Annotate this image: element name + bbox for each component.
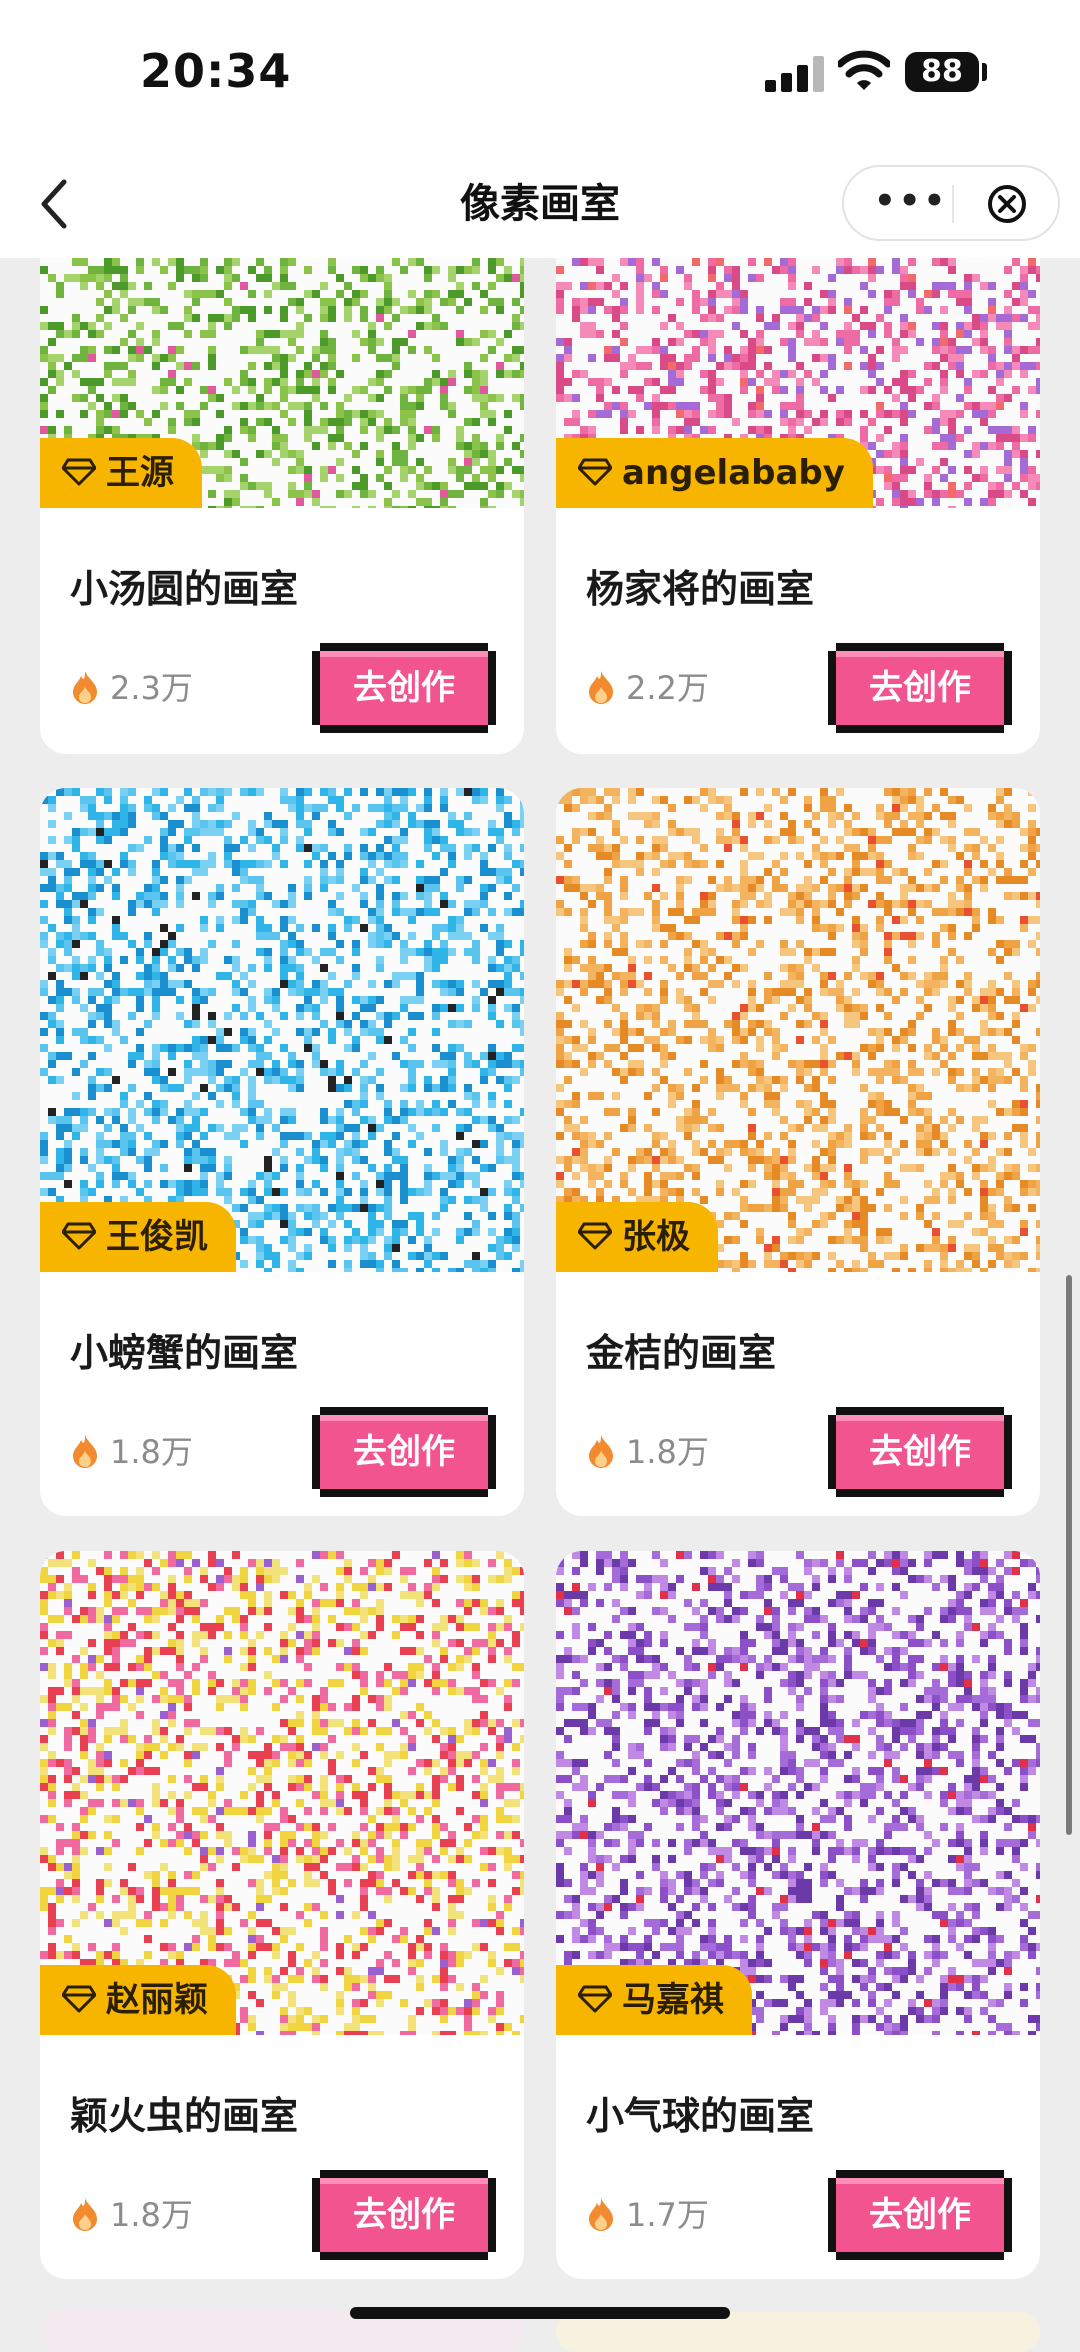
popularity-count: 1.7万 (626, 2196, 709, 2234)
artist-tag: angelababy (556, 438, 873, 508)
artist-tag: 赵丽颖 (40, 1965, 236, 2035)
create-button-label: 去创作 (312, 643, 496, 733)
create-button[interactable]: 去创作 (312, 1407, 496, 1497)
flame-icon (70, 669, 100, 705)
capsule-divider (952, 185, 954, 223)
popularity-count: 1.8万 (110, 1433, 193, 1471)
artist-tag: 张极 (556, 1202, 718, 1272)
studio-name: 金桔的画室 (586, 1322, 776, 1377)
flame-icon (586, 1433, 616, 1469)
artist-name: 马嘉祺 (622, 1980, 724, 2020)
create-button-label: 去创作 (828, 1407, 1012, 1497)
popularity: 1.8万 (70, 1427, 193, 1477)
studio-name: 小汤圆的画室 (70, 558, 298, 613)
create-button-label: 去创作 (828, 643, 1012, 733)
create-button-label: 去创作 (312, 2170, 496, 2260)
battery-icon: 88 (905, 52, 979, 92)
diamond-icon (62, 1222, 96, 1250)
create-button[interactable]: 去创作 (312, 2170, 496, 2260)
studio-card[interactable]: 王源小汤圆的画室 2.3万 去创作 (40, 258, 524, 754)
more-icon[interactable]: ••• (874, 189, 934, 219)
create-button[interactable]: 去创作 (828, 2170, 1012, 2260)
popularity: 1.8万 (586, 1427, 709, 1477)
battery-level: 88 (905, 52, 979, 92)
artist-name: 王俊凯 (106, 1217, 208, 1257)
flame-icon (586, 669, 616, 705)
popularity: 1.8万 (70, 2190, 193, 2240)
artist-tag: 王源 (40, 438, 202, 508)
artist-name: 王源 (106, 453, 174, 493)
scrollbar[interactable] (1066, 1275, 1072, 1835)
studio-card[interactable]: angelababy 杨家将的画室 2.2万 去创作 (556, 258, 1040, 754)
nav-bar: 像素画室 ••• (0, 150, 1080, 258)
diamond-icon (578, 1222, 612, 1250)
artist-tag: 王俊凯 (40, 1202, 236, 1272)
popularity-count: 1.8万 (110, 2196, 193, 2234)
artist-name: angelababy (622, 453, 845, 493)
diamond-icon (578, 458, 612, 486)
artist-tag: 马嘉祺 (556, 1965, 752, 2035)
studio-name: 颖火虫的画室 (70, 2085, 298, 2140)
pixel-artwork[interactable] (40, 1551, 524, 2035)
studio-name: 小螃蟹的画室 (70, 1322, 298, 1377)
flame-icon (586, 2196, 616, 2232)
wifi-icon (838, 50, 890, 92)
create-button-label: 去创作 (312, 1407, 496, 1497)
popularity: 1.7万 (586, 2190, 709, 2240)
artist-name: 赵丽颖 (106, 1980, 208, 2020)
status-bar: 20:34 88 (0, 0, 1080, 150)
studio-card[interactable]: 王俊凯小螃蟹的画室 1.8万 去创作 (40, 788, 524, 1516)
popularity: 2.2万 (586, 663, 709, 713)
create-button[interactable]: 去创作 (312, 643, 496, 733)
mini-program-capsule: ••• (842, 165, 1060, 241)
diamond-icon (578, 1985, 612, 2013)
diamond-icon (62, 458, 96, 486)
pixel-artwork[interactable] (556, 1551, 1040, 2035)
pixel-artwork[interactable] (40, 788, 524, 1272)
close-icon[interactable] (986, 183, 1028, 225)
create-button[interactable]: 去创作 (828, 1407, 1012, 1497)
signal-icon (765, 56, 823, 92)
flame-icon (70, 2196, 100, 2232)
studio-card[interactable]: 张极金桔的画室 1.8万 去创作 (556, 788, 1040, 1516)
create-button-label: 去创作 (828, 2170, 1012, 2260)
popularity: 2.3万 (70, 663, 193, 713)
home-indicator (350, 2307, 730, 2319)
popularity-count: 2.3万 (110, 669, 193, 707)
artist-name: 张极 (622, 1217, 690, 1257)
popularity-count: 1.8万 (626, 1433, 709, 1471)
popularity-count: 2.2万 (626, 669, 709, 707)
studio-card[interactable]: 马嘉祺小气球的画室 1.7万 去创作 (556, 1551, 1040, 2279)
diamond-icon (62, 1985, 96, 2013)
studio-name: 杨家将的画室 (586, 558, 814, 613)
flame-icon (70, 1433, 100, 1469)
pixel-artwork[interactable] (556, 788, 1040, 1272)
studio-card[interactable]: 赵丽颖颖火虫的画室 1.8万 去创作 (40, 1551, 524, 2279)
battery-tip (982, 63, 987, 81)
status-time: 20:34 (140, 44, 291, 98)
studio-name: 小气球的画室 (586, 2085, 814, 2140)
create-button[interactable]: 去创作 (828, 643, 1012, 733)
